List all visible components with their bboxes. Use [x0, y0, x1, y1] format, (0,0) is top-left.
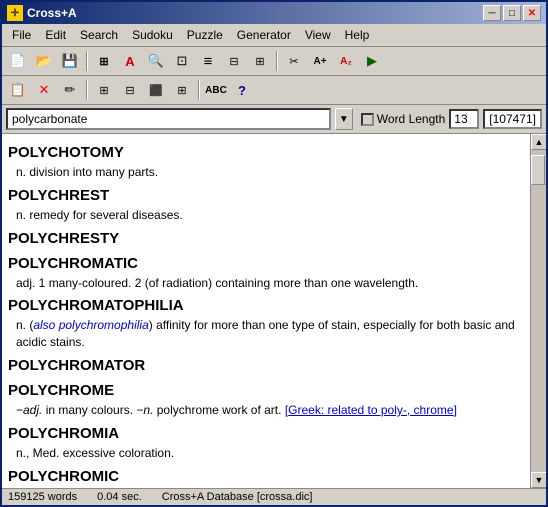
entry-headword: POLYCHRESTY	[8, 228, 524, 249]
paste-button[interactable]: 📋	[6, 78, 30, 102]
delete-button[interactable]: ✕	[32, 78, 56, 102]
search-bar: ▼ Word Length 13 [107471]	[2, 105, 546, 134]
word-length-checkbox-area: Word Length	[361, 112, 446, 126]
scroll-thumb[interactable]	[531, 155, 545, 185]
entry-headword: POLYCHROMIA	[8, 423, 524, 444]
grid6-button[interactable]: ⊞	[170, 78, 194, 102]
separator-4	[198, 80, 200, 100]
entry-headword: POLYCHROMATOPHILIA	[8, 295, 524, 316]
grid1-button[interactable]: ⊞	[92, 49, 116, 73]
word-count: 159125 words	[8, 491, 77, 503]
entry-definition: −adj. in many colours. −n. polychrome wo…	[8, 402, 524, 419]
new-button[interactable]: 📄	[6, 49, 30, 73]
app-icon: ✛	[7, 5, 23, 21]
status-bar: 159125 words 0.04 sec. Cross+A Database …	[2, 488, 546, 505]
title-buttons: ─ □ ✕	[483, 5, 541, 21]
letter-button[interactable]: A	[118, 49, 142, 73]
entry-definition: adj. 1 many-coloured. 2 (of radiation) c…	[8, 275, 524, 292]
separator-2	[276, 51, 278, 71]
menu-help[interactable]: Help	[339, 26, 376, 44]
entry-definition: n. division into many parts.	[8, 164, 524, 181]
scroll-up-button[interactable]: ▲	[531, 134, 546, 150]
count-box: [107471]	[483, 109, 542, 129]
main-window: ✛ Cross+A ─ □ ✕ File Edit Search Sudoku …	[0, 0, 548, 507]
scroll-down-button[interactable]: ▼	[531, 472, 546, 488]
entry-headword: POLYCHROMIC	[8, 466, 524, 487]
menu-file[interactable]: File	[6, 26, 37, 44]
database: Cross+A Database [crossa.dic]	[162, 491, 313, 503]
open-button[interactable]: 📂	[32, 49, 56, 73]
count-value: [107471]	[489, 112, 536, 126]
word-length-label: Word Length	[377, 112, 446, 126]
save-button[interactable]: 💾	[58, 49, 82, 73]
separator-3	[86, 80, 88, 100]
menu-generator[interactable]: Generator	[231, 26, 297, 44]
entry-headword: POLYCHOTOMY	[8, 142, 524, 163]
search-dropdown-button[interactable]: ▼	[335, 108, 353, 130]
play-button[interactable]: ▶	[360, 49, 384, 73]
separator-1	[86, 51, 88, 71]
entry-headword: POLYCHREST	[8, 185, 524, 206]
entry-definition: n., Med. excessive coloration.	[8, 445, 524, 462]
edit-button[interactable]: ✏	[58, 78, 82, 102]
title-bar-left: ✛ Cross+A	[7, 5, 77, 21]
window-title: Cross+A	[27, 6, 77, 20]
length-input[interactable]: 13	[449, 109, 479, 129]
grid4-button[interactable]: ⊞	[92, 78, 116, 102]
menu-bar: File Edit Search Sudoku Puzzle Generator…	[2, 24, 546, 47]
word-length-checkbox[interactable]	[361, 113, 374, 126]
toolbar-row-1: 📄 📂 💾 ⊞ A 🔍 ⊡ ≡ ⊟ ⊞ ✂ A+ A₂ ▶	[2, 47, 546, 76]
grid2-button[interactable]: ⊡	[170, 49, 194, 73]
a2-button[interactable]: A₂	[334, 49, 358, 73]
grid5-button[interactable]: ⊟	[118, 78, 142, 102]
grid3-button[interactable]: ⊞	[248, 49, 272, 73]
black-button[interactable]: ⬛	[144, 78, 168, 102]
length-value: 13	[454, 112, 467, 126]
scrollbar: ▲ ▼	[530, 134, 546, 488]
content-area: POLYCHOTOMYn. division into many parts. P…	[2, 134, 546, 488]
entry-headword: POLYCHROMATOR	[8, 355, 524, 376]
entry-headword: POLYCHROMATIC	[8, 253, 524, 274]
help-icon-button[interactable]: ?	[230, 78, 254, 102]
list1-button[interactable]: ≡	[196, 49, 220, 73]
search-button[interactable]: 🔍	[144, 49, 168, 73]
entry-definition: n. remedy for several diseases.	[8, 207, 524, 224]
menu-sudoku[interactable]: Sudoku	[126, 26, 179, 44]
content-scroll[interactable]: POLYCHOTOMYn. division into many parts. P…	[2, 134, 530, 488]
time: 0.04 sec.	[97, 491, 142, 503]
menu-view[interactable]: View	[299, 26, 337, 44]
title-bar: ✛ Cross+A ─ □ ✕	[2, 2, 546, 24]
menu-puzzle[interactable]: Puzzle	[181, 26, 229, 44]
aplus-button[interactable]: A+	[308, 49, 332, 73]
menu-search[interactable]: Search	[74, 26, 124, 44]
scroll-track[interactable]	[531, 150, 546, 472]
scissors-button[interactable]: ✂	[282, 49, 306, 73]
minimize-button[interactable]: ─	[483, 5, 501, 21]
entry-definition: n. (also polychromophilia) affinity for …	[8, 317, 524, 351]
menu-edit[interactable]: Edit	[39, 26, 72, 44]
entry-headword: POLYCHROME	[8, 380, 524, 401]
maximize-button[interactable]: □	[503, 5, 521, 21]
toolbar-row-2: 📋 ✕ ✏ ⊞ ⊟ ⬛ ⊞ ABC ?	[2, 76, 546, 105]
word-length-section: Word Length 13 [107471]	[361, 109, 542, 129]
search-input[interactable]	[6, 108, 331, 130]
list2-button[interactable]: ⊟	[222, 49, 246, 73]
close-button[interactable]: ✕	[523, 5, 541, 21]
abc-button[interactable]: ABC	[204, 78, 228, 102]
